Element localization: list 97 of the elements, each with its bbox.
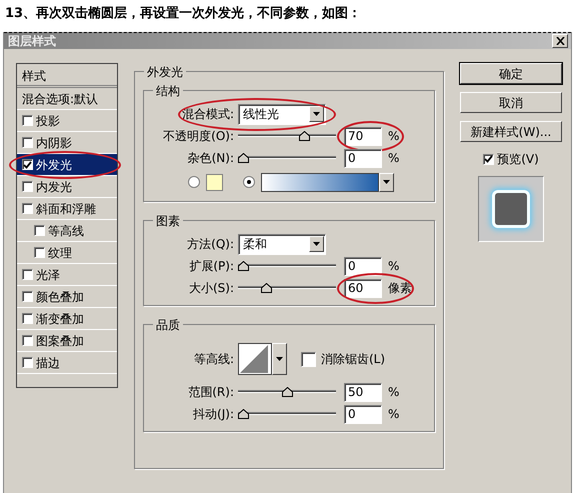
sidebar-item[interactable]: 图案叠加 [17,330,117,352]
slider-thumb[interactable] [238,153,249,163]
sidebar-item-label: 图案叠加 [36,332,84,350]
caption: 13、再次双击椭圆层，再设置一次外发光，不同参数，如图： [4,5,362,23]
section-title: 图素 [153,212,183,230]
gradient-swatch[interactable] [261,172,379,192]
checkbox[interactable] [22,203,33,214]
sidebar-item-label: 混合选项:默认 [22,90,98,108]
checkbox[interactable] [22,357,33,368]
section-title: 外发光 [144,63,186,81]
sidebar-item[interactable]: 混合选项:默认 [17,88,117,110]
checkbox[interactable] [22,313,33,324]
sidebar-item[interactable]: 外发光 [17,154,117,176]
field-label: 抖动(J): [192,406,235,423]
checkmark-icon [484,155,494,163]
checkbox[interactable] [22,269,33,280]
checkbox[interactable] [301,352,316,366]
sidebar-item[interactable]: 等高线 [17,220,117,242]
dropdown[interactable]: 柔和 [238,234,326,254]
checkbox[interactable] [34,247,45,258]
checkbox[interactable] [22,335,33,346]
unit-label: 像素 [387,280,412,297]
dropdown-arrow-button[interactable] [272,343,287,375]
close-icon [556,37,564,45]
sidebar-item[interactable]: 内发光 [17,176,117,198]
number-field[interactable]: 70 [344,126,382,146]
unit-label: % [387,258,400,275]
sidebar-item-label: 颜色叠加 [36,288,84,306]
close-button[interactable] [552,34,568,48]
radio-dot-icon [247,180,251,184]
number-field[interactable]: 50 [344,382,382,402]
radio-button[interactable] [188,176,200,188]
sidebar-item-label: 等高线 [48,222,84,240]
section-title: 结构 [153,82,183,100]
field-label: 杂色(N): [186,150,235,167]
slider-thumb[interactable] [282,387,292,397]
checkbox[interactable] [22,291,33,302]
sidebar-item[interactable]: 投影 [17,110,117,132]
slider-thumb[interactable] [238,409,249,419]
dialog-button[interactable]: 确定 [460,63,562,84]
sidebar-item-label: 渐变叠加 [36,310,84,328]
slider-thumb[interactable] [298,131,310,141]
sidebar-item-label: 外发光 [36,156,72,174]
sidebar-item[interactable]: 斜面和浮雕 [17,198,117,220]
field-label: 方法(Q): [186,236,235,253]
field-label: 范围(R): [187,384,235,401]
sidebar-item-label: 光泽 [36,266,60,284]
sidebar-item-label: 描边 [36,354,60,372]
contour-icon[interactable] [238,343,272,375]
caret-icon [313,112,320,116]
sidebar-item[interactable]: 颜色叠加 [17,286,117,308]
field-label: 扩展(P): [188,258,235,275]
checkbox[interactable] [483,154,494,164]
unit-label: % [387,406,400,423]
checkbox-label: 预览(V) [497,151,539,168]
checkbox[interactable] [34,225,45,236]
sidebar-item-label: 内发光 [36,178,72,196]
unit-label: % [387,150,400,167]
caret-icon [313,242,320,246]
sidebar-item-label: 纹理 [48,244,72,262]
field-label: 不透明度(O): [162,128,235,145]
sidebar-item[interactable]: 渐变叠加 [17,308,117,330]
dialog-button[interactable]: 新建样式(W)... [460,121,562,142]
checkbox[interactable] [22,181,33,192]
field-label: 混合模式: [180,106,235,123]
field-label: 等高线: [192,351,235,368]
slider-thumb[interactable] [238,261,249,271]
list-header: 样式 [17,64,117,88]
number-field[interactable]: 0 [344,404,382,424]
sidebar-item[interactable]: 描边 [17,352,117,374]
number-field[interactable]: 60 [344,278,382,298]
dropdown[interactable]: 线性光 [238,104,326,124]
unit-label: % [387,128,400,145]
checkbox[interactable] [22,159,33,170]
slider-thumb[interactable] [261,283,272,293]
checkmark-icon [23,160,32,168]
sidebar-item[interactable]: 光泽 [17,264,117,286]
sidebar-item-label: 内阴影 [36,134,72,152]
field-label: 大小(S): [188,280,235,297]
sidebar-item-label: 斜面和浮雕 [36,200,96,218]
sidebar-item[interactable]: 纹理 [17,242,117,264]
number-field[interactable]: 0 [344,256,382,276]
caret-icon [383,180,390,184]
checkbox[interactable] [22,137,33,148]
dialog-button[interactable]: 取消 [460,92,562,113]
unit-label: % [387,384,400,401]
dropdown-arrow-button[interactable] [379,172,394,192]
checkbox-label: 消除锯齿(L) [321,351,386,368]
caret-icon [276,357,283,361]
checkbox[interactable] [22,115,33,126]
sidebar-item-label: 投影 [36,112,60,130]
preview-drawing [478,176,544,242]
number-field[interactable]: 0 [344,148,382,168]
section-title: 品质 [153,316,183,334]
color-swatch[interactable] [206,174,223,190]
radio-button[interactable] [243,176,255,188]
window-title: 图层样式 [8,33,56,50]
